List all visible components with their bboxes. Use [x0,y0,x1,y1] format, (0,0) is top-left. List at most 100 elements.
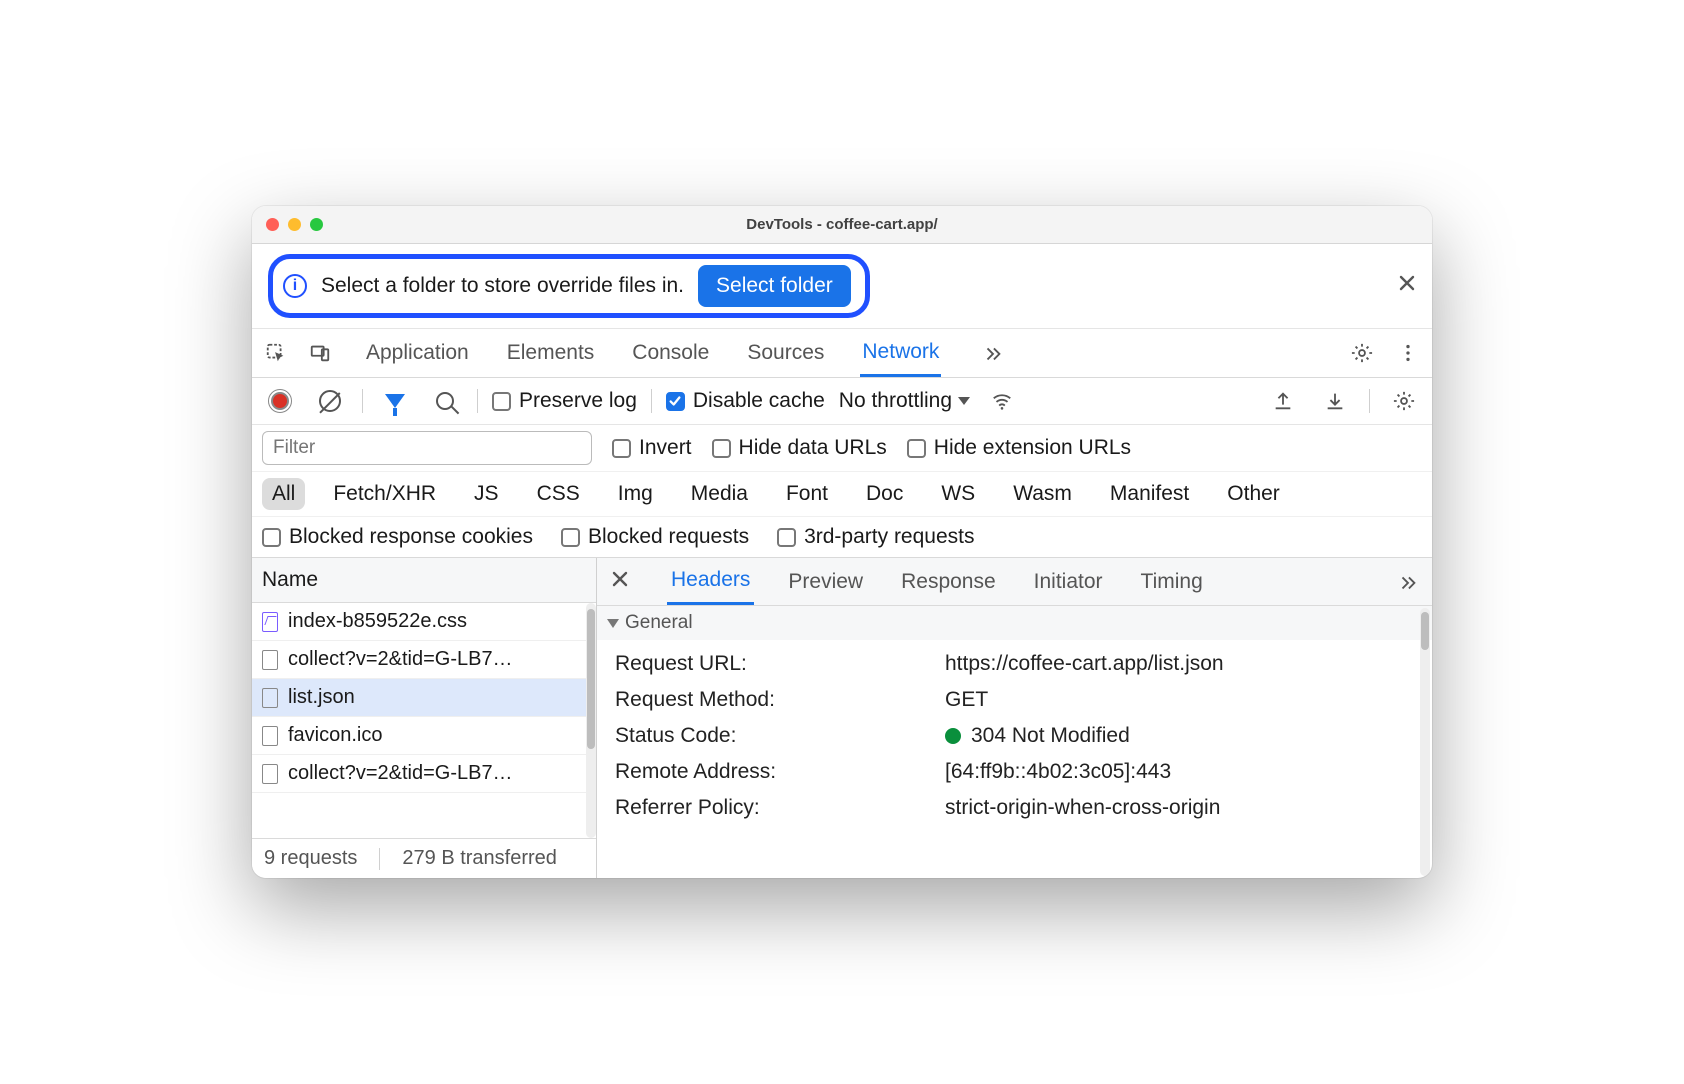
hide-data-urls-checkbox[interactable]: Hide data URLs [712,436,887,460]
request-name: favicon.ico [288,724,383,747]
checkbox-icon [561,528,580,547]
tab-application[interactable]: Application [364,331,471,375]
select-folder-button[interactable]: Select folder [698,265,851,307]
file-icon [262,688,278,708]
tab-headers[interactable]: Headers [667,558,754,605]
window-controls[interactable] [252,218,323,231]
kv-row: Referrer Policy:strict-origin-when-cross… [615,790,1414,826]
hide-data-label: Hide data URLs [739,436,887,460]
type-media[interactable]: Media [681,478,758,510]
request-name: collect?v=2&tid=G-LB7… [288,648,513,671]
chevron-down-icon [958,397,970,405]
zoom-window-icon[interactable] [310,218,323,231]
window-title: DevTools - coffee-cart.app/ [252,216,1432,233]
type-all[interactable]: All [262,478,305,510]
request-row[interactable]: collect?v=2&tid=G-LB7… [252,755,596,793]
kv-value: strict-origin-when-cross-origin [945,796,1414,820]
blocked-cookies-checkbox[interactable]: Blocked response cookies [262,525,533,549]
more-tabs-icon[interactable] [975,335,1011,371]
minimize-window-icon[interactable] [288,218,301,231]
clear-button[interactable] [312,383,348,419]
tab-initiator[interactable]: Initiator [1030,560,1107,604]
file-icon [262,726,278,746]
request-row[interactable]: list.json [252,679,596,717]
checkbox-icon [777,528,796,547]
kebab-menu-icon[interactable] [1390,335,1426,371]
checkbox-icon [262,528,281,547]
network-settings-icon[interactable] [1386,383,1422,419]
type-fetch-xhr[interactable]: Fetch/XHR [323,478,446,510]
third-party-checkbox[interactable]: 3rd-party requests [777,525,974,549]
more-detail-tabs-icon[interactable] [1390,564,1426,600]
throttling-select[interactable]: No throttling [839,389,970,413]
request-row[interactable]: collect?v=2&tid=G-LB7… [252,641,596,679]
override-highlight: i Select a folder to store override file… [268,254,870,318]
type-img[interactable]: Img [608,478,663,510]
device-mode-icon[interactable] [302,335,338,371]
disable-cache-checkbox[interactable]: Disable cache [666,389,825,413]
type-css[interactable]: CSS [527,478,590,510]
kv-key: Request Method: [615,688,945,712]
resource-type-bar: All Fetch/XHR JS CSS Img Media Font Doc … [252,472,1432,517]
kv-value: GET [945,688,1414,712]
kv-row: Request URL:https://coffee-cart.app/list… [615,646,1414,682]
request-row[interactable]: favicon.ico [252,717,596,755]
override-message: Select a folder to store override files … [321,274,684,298]
type-js[interactable]: JS [464,478,509,510]
separator [651,389,652,413]
override-infobar: i Select a folder to store override file… [252,244,1432,329]
kv-key: Request URL: [615,652,945,676]
type-manifest[interactable]: Manifest [1100,478,1199,510]
filter-input[interactable] [262,431,592,465]
request-row[interactable]: index-b859522e.css [252,603,596,641]
devtools-window: DevTools - coffee-cart.app/ i Select a f… [252,206,1432,878]
invert-checkbox[interactable]: Invert [612,436,692,460]
tab-preview[interactable]: Preview [784,560,867,604]
settings-icon[interactable] [1344,335,1380,371]
disclosure-triangle-icon [607,619,619,628]
inspect-icon[interactable] [258,335,294,371]
kv-key: Remote Address: [615,760,945,784]
scrollbar-thumb[interactable] [587,609,595,749]
network-conditions-icon[interactable] [984,383,1020,419]
upload-har-icon[interactable] [1265,383,1301,419]
type-font[interactable]: Font [776,478,838,510]
scrollbar-thumb[interactable] [1421,612,1429,650]
checkbox-icon [492,392,511,411]
type-other[interactable]: Other [1217,478,1290,510]
checkbox-icon [666,392,685,411]
close-window-icon[interactable] [266,218,279,231]
filter-toggle-icon[interactable] [377,383,413,419]
scrollbar[interactable] [1420,608,1430,876]
download-har-icon[interactable] [1317,383,1353,419]
disable-cache-label: Disable cache [693,389,825,413]
request-name: index-b859522e.css [288,610,467,633]
panel-tabbar: Application Elements Console Sources Net… [252,329,1432,378]
tab-elements[interactable]: Elements [505,331,597,375]
general-section-header[interactable]: General [597,606,1432,640]
record-button[interactable] [262,383,298,419]
name-column-header[interactable]: Name [252,558,596,603]
type-doc[interactable]: Doc [856,478,913,510]
tab-network[interactable]: Network [860,330,941,377]
separator [362,389,363,413]
status-text: 304 Not Modified [971,724,1130,748]
kv-row: Remote Address:[64:ff9b::4b02:3c05]:443 [615,754,1414,790]
tab-timing[interactable]: Timing [1137,560,1207,604]
section-title: General [625,612,693,634]
preserve-log-checkbox[interactable]: Preserve log [492,389,637,413]
tab-response[interactable]: Response [897,560,1000,604]
tab-console[interactable]: Console [630,331,711,375]
kv-row: Status Code:304 Not Modified [615,718,1414,754]
general-kv: Request URL:https://coffee-cart.app/list… [597,640,1432,832]
hide-ext-urls-checkbox[interactable]: Hide extension URLs [907,436,1131,460]
scrollbar[interactable] [586,603,596,838]
close-detail-button[interactable] [603,570,637,594]
search-icon[interactable] [427,383,463,419]
type-ws[interactable]: WS [931,478,985,510]
type-wasm[interactable]: Wasm [1003,478,1082,510]
infobar-close-button[interactable] [1398,274,1416,298]
blocked-requests-checkbox[interactable]: Blocked requests [561,525,749,549]
request-list: Name index-b859522e.css collect?v=2&tid=… [252,558,597,878]
tab-sources[interactable]: Sources [745,331,826,375]
